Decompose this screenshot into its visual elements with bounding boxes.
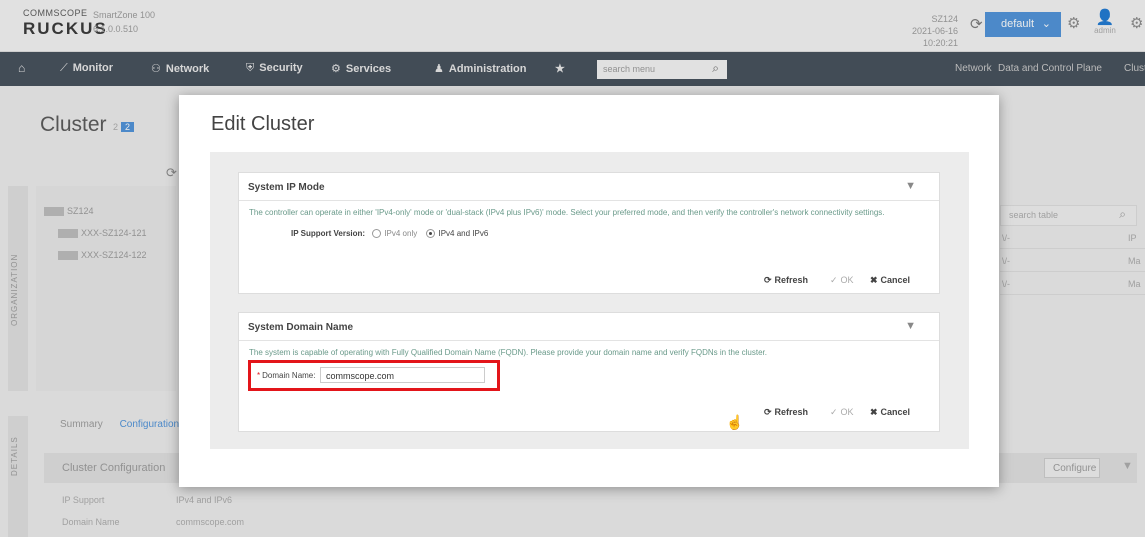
refresh-icon: ⟳	[764, 275, 772, 285]
refresh-icon: ⟳	[764, 407, 772, 417]
ip-support-version: IP Support Version: IPv4 only IPv4 and I…	[291, 229, 494, 239]
domain-name-highlight: * Domain Name: commscope.com	[248, 360, 500, 391]
dialog-body: System IP Mode ▼ The controller can oper…	[210, 152, 969, 449]
check-icon: ✓	[830, 275, 838, 285]
option-ipv4-only-label[interactable]: IPv4 only	[384, 229, 417, 238]
ok-button[interactable]: ✓ OK	[825, 403, 859, 421]
ip-mode-description: The controller can operate in either 'IP…	[249, 208, 885, 217]
close-icon: ✖	[870, 275, 878, 285]
panel-title: System IP Mode	[248, 182, 325, 193]
refresh-label: Refresh	[774, 407, 809, 417]
cancel-label: Cancel	[880, 407, 911, 417]
required-marker: *	[257, 371, 261, 380]
refresh-button[interactable]: ⟳ Refresh	[759, 271, 813, 289]
ok-label: OK	[840, 407, 854, 417]
check-icon: ✓	[830, 407, 838, 417]
refresh-label: Refresh	[774, 275, 809, 285]
radio-ipv4-only[interactable]	[372, 229, 382, 239]
domain-name-label-text: Domain Name:	[262, 371, 316, 380]
dialog-title: Edit Cluster	[211, 113, 315, 135]
cancel-button[interactable]: ✖ Cancel	[865, 271, 915, 289]
cancel-button[interactable]: ✖ Cancel	[865, 403, 915, 421]
close-icon: ✖	[870, 407, 878, 417]
ok-button[interactable]: ✓ OK	[825, 271, 859, 289]
system-ip-mode-panel: System IP Mode ▼ The controller can oper…	[238, 172, 940, 294]
ip-support-label: IP Support Version:	[291, 229, 366, 238]
edit-cluster-dialog: Edit Cluster System IP Mode ▼ The contro…	[179, 95, 999, 487]
domain-name-label: * Domain Name:	[257, 371, 315, 380]
panel-title: System Domain Name	[248, 322, 354, 333]
panel-header[interactable]: System Domain Name ▼	[239, 313, 939, 341]
panel-header[interactable]: System IP Mode ▼	[239, 173, 939, 201]
refresh-button[interactable]: ⟳ Refresh	[759, 403, 813, 421]
collapse-caret-icon[interactable]: ▼	[905, 180, 916, 192]
domain-name-input[interactable]: commscope.com	[320, 367, 485, 383]
collapse-caret-icon[interactable]: ▼	[905, 320, 916, 332]
ip-mode-actions: ⟳ Refresh ✓ OK ✖ Cancel	[759, 271, 929, 289]
radio-ipv4-ipv6[interactable]	[426, 229, 436, 239]
hand-cursor-icon: ☝	[726, 414, 744, 430]
cancel-label: Cancel	[880, 275, 911, 285]
option-ipv4-ipv6-label[interactable]: IPv4 and IPv6	[438, 229, 488, 238]
domain-actions: ⟳ Refresh ✓ OK ✖ Cancel	[759, 403, 929, 421]
domain-description: The system is capable of operating with …	[249, 348, 767, 357]
ok-label: OK	[840, 275, 854, 285]
